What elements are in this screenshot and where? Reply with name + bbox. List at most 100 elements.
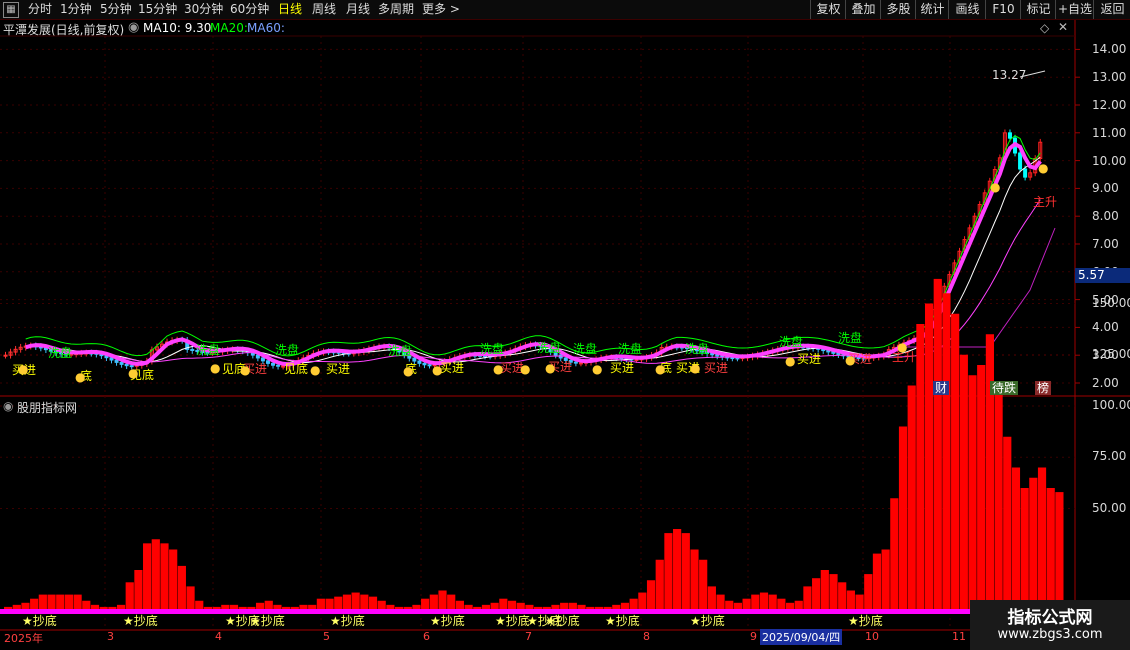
period-tab-8[interactable]: 月线 (346, 1, 370, 18)
indicator-bar (959, 354, 968, 611)
indicator-bar (143, 543, 152, 611)
toolbar-button-2[interactable]: 多股 (880, 0, 916, 19)
signal-chaodi: ★抄底 (330, 614, 365, 628)
indicator-bar (360, 594, 369, 611)
indicator-bar (924, 303, 934, 611)
money-bag-icon: ● (310, 363, 321, 377)
candle-body (3, 354, 8, 357)
period-tab-9[interactable]: 多周期 (378, 1, 414, 18)
indicator-bar (1029, 477, 1038, 611)
indicator-bar (1011, 467, 1021, 611)
period-toolbar: ▦ 分时 1分钟 5分钟 15分钟 30分钟 60分钟 日线 周线 月线 多周期 更多 > 复权 叠加… (0, 0, 1130, 20)
money-bag-icon: ● (845, 353, 856, 367)
toolbar-button-6[interactable]: 标记 (1020, 0, 1056, 19)
indicator-bar (177, 565, 186, 611)
money-bag-icon: ● (210, 361, 221, 375)
toolbar-button-8[interactable]: 返回 (1093, 0, 1130, 19)
badge-sheng[interactable]: 榜 (1035, 381, 1052, 395)
kline-chart[interactable] (0, 20, 1130, 650)
price-tick: 9.00 (1092, 181, 1119, 196)
toolbar-button-4[interactable]: 画线 (948, 0, 986, 19)
signal-wash: 洗盘 (838, 331, 863, 345)
candle-body (119, 361, 124, 365)
period-tab-2[interactable]: 5分钟 (100, 1, 132, 18)
period-tab-4[interactable]: 30分钟 (184, 1, 223, 18)
money-bag-icon: ● (240, 363, 251, 377)
money-bag-icon: ● (493, 362, 504, 376)
indicator-bar (1055, 492, 1064, 611)
watermark-title: 指标公式网 (1007, 608, 1093, 628)
price-tick: 2.00 (1092, 376, 1119, 390)
indicator-bar (73, 594, 82, 611)
grid-icon[interactable]: ▦ (3, 2, 19, 18)
money-bag-icon: ● (75, 370, 86, 384)
signal-wash: 洗盘 (537, 341, 562, 355)
indicator-bar (64, 594, 74, 611)
toolbar-button-7[interactable]: +自选 (1055, 0, 1094, 19)
indicator-bar (646, 580, 656, 611)
period-tab-3[interactable]: 15分钟 (138, 1, 177, 18)
date-tick: 2025年 (4, 632, 43, 645)
high-price-marker: 13.27 (992, 68, 1027, 82)
indicator-bar (942, 293, 951, 611)
toolbar-button-1[interactable]: 叠加 (845, 0, 881, 19)
signal-wash: 洗盘 (618, 342, 643, 356)
period-tab-7[interactable]: 周线 (312, 1, 336, 18)
money-bag-icon: ● (520, 362, 531, 376)
indicator-bar (820, 570, 829, 611)
badge-dai[interactable]: 待跌 (990, 381, 1019, 395)
badge-cai[interactable]: 财 (933, 381, 950, 395)
period-tab-10[interactable]: 更多 > (422, 1, 460, 18)
date-tick: 10 (865, 630, 879, 643)
indicator-bar (681, 533, 690, 611)
candle-body (1023, 168, 1028, 178)
indicator-bar (47, 594, 56, 611)
indicator-bar (447, 594, 456, 611)
indicator-bar (951, 313, 960, 611)
indicator-bar (881, 549, 890, 611)
indicator-bar (334, 596, 343, 611)
date-tick: 6 (423, 630, 430, 643)
date-tick: 7 (525, 630, 532, 643)
signal-chaodi: ★抄底 (250, 614, 285, 628)
indicator-bar (134, 570, 143, 611)
toolbar-button-0[interactable]: 复权 (810, 0, 846, 19)
toolbar-button-3[interactable]: 统计 (915, 0, 949, 19)
date-tick: 8 (643, 630, 650, 643)
indicator-bar (655, 559, 664, 611)
indicator-bar (812, 578, 821, 611)
indicator-bar (38, 594, 47, 611)
indicator-bar (829, 574, 838, 611)
price-tick: 4.00 (1092, 320, 1119, 335)
candle-body (573, 361, 578, 364)
period-tab-5[interactable]: 60分钟 (230, 1, 269, 18)
indicator-bar (968, 375, 977, 611)
indicator-tick: 125.00 (1092, 346, 1130, 361)
upper-band-line (25, 135, 1041, 357)
indicator-bar (759, 592, 769, 611)
price-tick: 8.00 (1092, 209, 1119, 224)
toolbar-button-5[interactable]: F10 (985, 0, 1021, 19)
signal-wash: 洗盘 (48, 346, 73, 360)
period-tab-1[interactable]: 1分钟 (60, 1, 92, 18)
indicator-bar (898, 426, 908, 611)
indicator-bar (864, 574, 873, 611)
signal-chaodi: ★抄底 (848, 614, 883, 628)
indicator-settings-icon[interactable]: ◉ (3, 399, 13, 413)
indicator-bar (1020, 488, 1029, 611)
money-bag-icon: ● (403, 364, 414, 378)
indicator-bar (125, 582, 134, 611)
money-bag-icon: ● (655, 362, 666, 376)
indicator-bar (768, 594, 777, 611)
period-tab-0[interactable]: 分时 (28, 1, 52, 18)
candle-body (578, 362, 583, 365)
candle-body (422, 362, 427, 366)
money-bag-icon: ● (545, 361, 556, 375)
signal-wash: 洗盘 (573, 342, 598, 356)
candle-body (271, 362, 276, 366)
watermark-url: www.zbgs3.com (997, 627, 1103, 642)
signal-chaodi: ★抄底 (690, 614, 725, 628)
money-bag-icon: ● (18, 362, 29, 376)
period-tab-6[interactable]: 日线 (278, 1, 302, 18)
indicator-bar (169, 549, 178, 611)
